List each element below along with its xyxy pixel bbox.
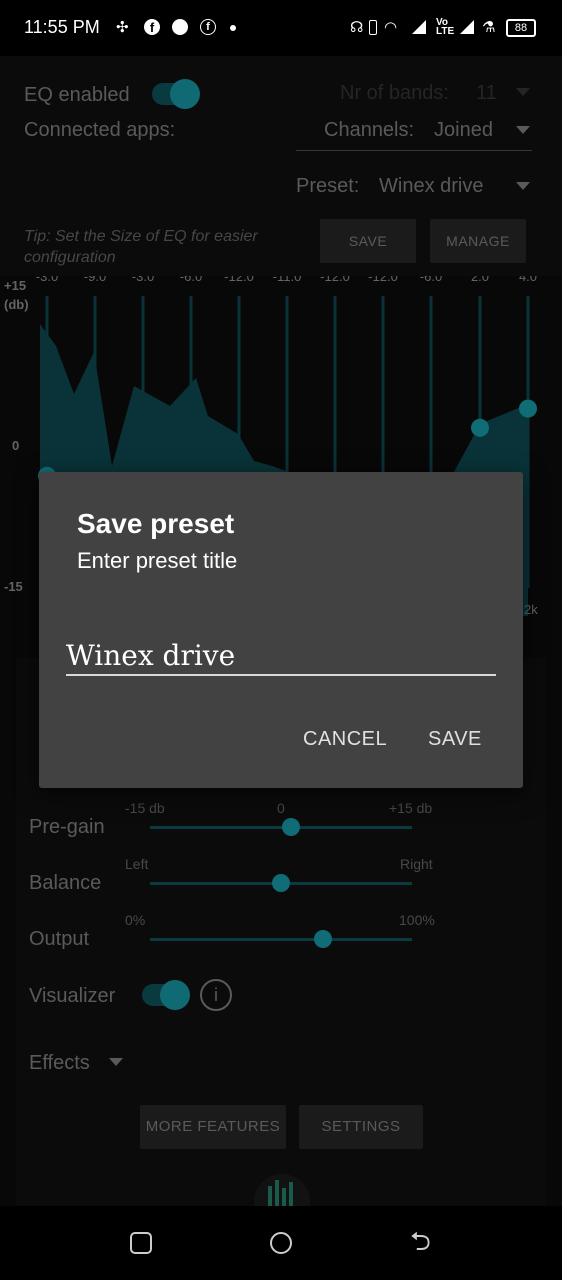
home-icon[interactable] — [270, 1232, 292, 1254]
recent-apps-icon[interactable] — [130, 1232, 152, 1254]
preset-title-input[interactable] — [66, 636, 496, 676]
headphones-icon: ☊ — [350, 19, 364, 36]
battery-saver-icon — [369, 20, 377, 35]
volte-icon: Vo LTE — [436, 17, 455, 37]
wifi-icon: ◠ — [384, 19, 398, 36]
flask-icon: ⚗ — [482, 19, 496, 36]
battery-icon: 88 — [506, 19, 536, 37]
dot-icon — [230, 25, 236, 31]
save-preset-dialog: Save preset Enter preset title CANCEL SA… — [39, 472, 523, 788]
facebook-icon: f — [200, 19, 216, 35]
status-bar: 11:55 PM ✣ f f ☊ ◠ Vo LTE ⚗ 88 — [0, 0, 562, 56]
network-grid-icon: ✣ — [116, 19, 129, 36]
facebook-icon: f — [144, 19, 160, 35]
signal-icon — [460, 20, 474, 34]
status-time: 11:55 PM — [24, 17, 100, 37]
messenger-icon — [172, 19, 188, 35]
navigation-bar: ⮌ — [0, 1206, 562, 1280]
cancel-button[interactable]: CANCEL — [303, 728, 387, 751]
dialog-title: Save preset — [77, 508, 235, 539]
back-icon[interactable]: ⮌ — [410, 1228, 431, 1254]
signal-icon — [412, 20, 426, 34]
dialog-subtitle: Enter preset title — [77, 548, 238, 573]
dialog-save-button[interactable]: SAVE — [428, 728, 482, 751]
